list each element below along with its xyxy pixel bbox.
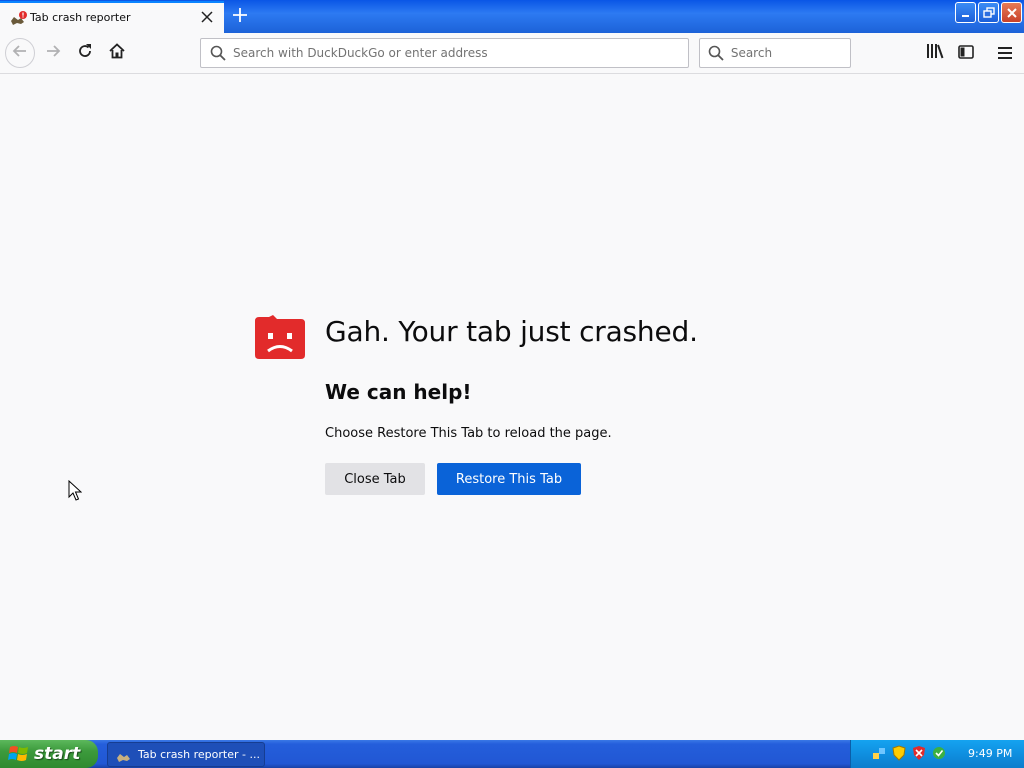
plus-icon	[233, 7, 247, 26]
clock: 9:49 PM	[968, 747, 1013, 760]
search-input[interactable]	[730, 46, 850, 60]
url-input[interactable]	[233, 46, 647, 60]
crash-favicon-icon	[116, 748, 132, 762]
start-button[interactable]: start	[0, 740, 98, 768]
update-icon[interactable]	[931, 745, 947, 761]
sidebar-icon	[958, 44, 974, 63]
minimize-window-button[interactable]	[955, 2, 976, 23]
restore-tab-button[interactable]: Restore This Tab	[437, 463, 581, 495]
close-icon[interactable]	[198, 8, 216, 26]
taskbar-item-tab-crash-reporter[interactable]: Tab crash reporter - ...	[107, 742, 265, 767]
reload-button[interactable]	[70, 38, 100, 68]
home-icon	[109, 43, 125, 63]
menu-button[interactable]	[990, 38, 1020, 68]
forward-button[interactable]	[38, 38, 68, 68]
close-window-button[interactable]	[1001, 2, 1022, 23]
crash-favicon-icon	[9, 11, 27, 27]
crash-page-content: Gah. Your tab just crashed. We can help!…	[0, 75, 1024, 739]
mouse-cursor-icon	[68, 479, 83, 502]
security-alert-icon[interactable]	[911, 745, 927, 761]
tab-title: Tab crash reporter	[30, 11, 131, 24]
crash-subtitle: We can help!	[325, 380, 472, 404]
tab-tab-crash-reporter[interactable]: Tab crash reporter	[0, 1, 224, 33]
navigation-toolbar	[0, 33, 1024, 74]
taskbar: start Tab crash reporter - ... 9:49 PM	[0, 740, 1024, 768]
new-tab-button[interactable]	[229, 5, 251, 27]
hamburger-menu-icon	[998, 44, 1012, 63]
windows-logo-icon	[8, 744, 30, 764]
sad-face-folder-icon	[255, 315, 305, 359]
home-button[interactable]	[102, 38, 132, 68]
antivirus-icon[interactable]	[891, 745, 907, 761]
search-icon	[209, 44, 227, 62]
start-label: start	[34, 744, 81, 764]
search-bar[interactable]	[699, 38, 851, 68]
taskbar-item-label: Tab crash reporter - ...	[138, 748, 260, 761]
sidebar-button[interactable]	[951, 38, 981, 68]
arrow-right-icon	[45, 43, 61, 63]
arrow-left-icon	[12, 43, 28, 63]
system-tray: 9:49 PM	[850, 740, 1024, 768]
restore-window-button[interactable]	[978, 2, 999, 23]
network-icon[interactable]	[871, 745, 887, 761]
search-icon	[708, 44, 725, 62]
close-tab-button[interactable]: Close Tab	[325, 463, 425, 495]
library-button[interactable]	[920, 38, 950, 68]
back-button[interactable]	[5, 38, 35, 68]
library-icon	[926, 43, 944, 63]
crash-title: Gah. Your tab just crashed.	[325, 315, 698, 348]
crash-message: Choose Restore This Tab to reload the pa…	[325, 426, 612, 441]
reload-icon	[77, 43, 93, 63]
browser-titlebar: Tab crash reporter	[0, 0, 1024, 33]
url-bar[interactable]	[200, 38, 689, 68]
